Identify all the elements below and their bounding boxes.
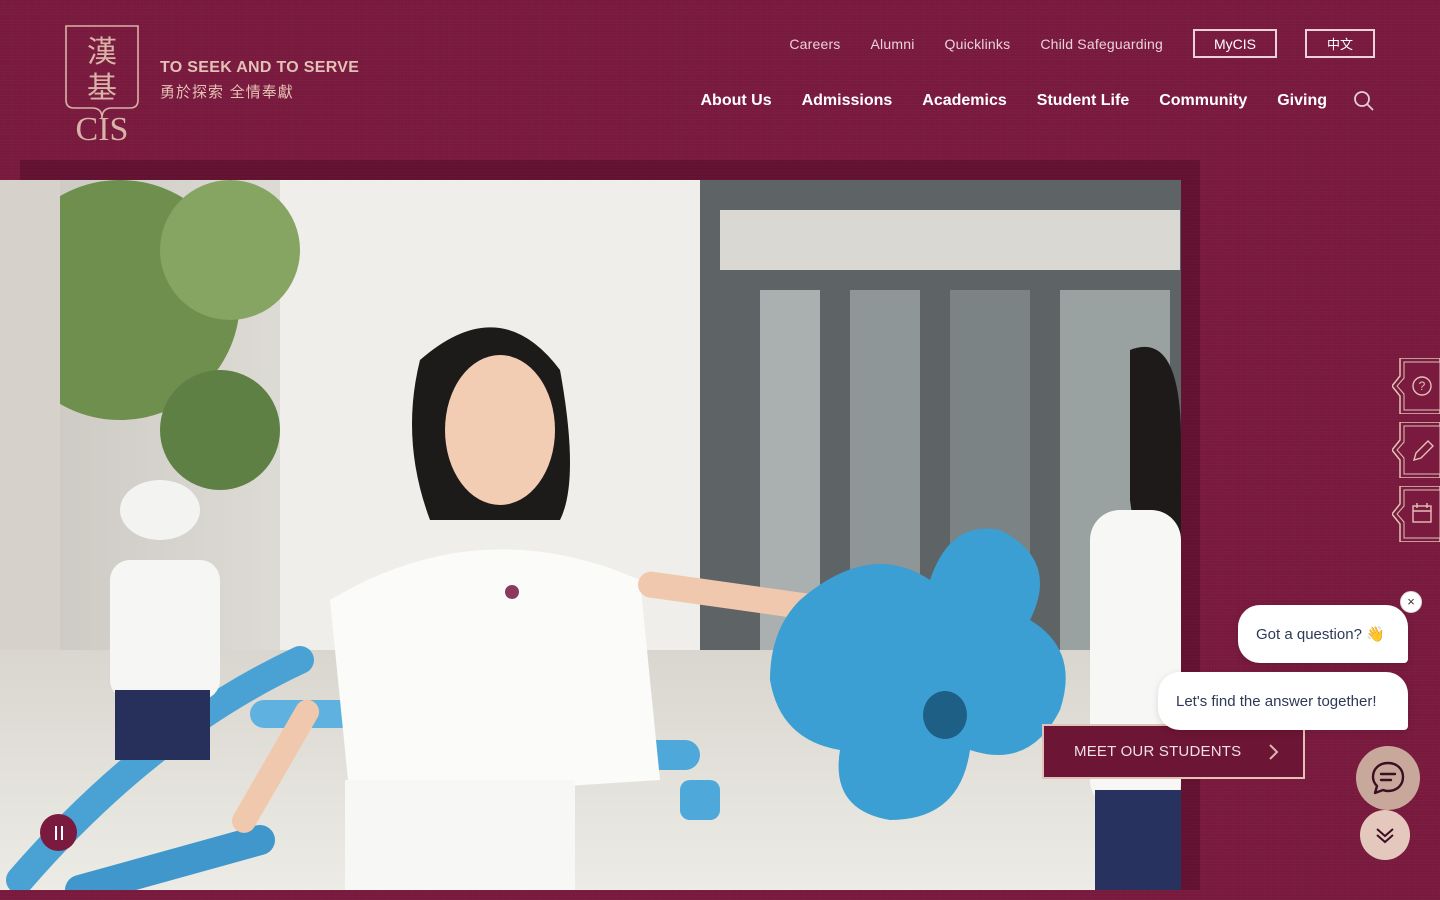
chat-close-button[interactable]: ×	[1400, 591, 1422, 613]
utility-nav: Careers Alumni Quicklinks Child Safeguar…	[789, 29, 1375, 58]
utility-link-alumni[interactable]: Alumni	[871, 36, 915, 52]
chat-bubble-question[interactable]: Got a question? 👋	[1238, 605, 1408, 663]
chat-bubble-answer-text: Let's find the answer together!	[1176, 692, 1377, 710]
side-tab-question[interactable]: ?	[1392, 358, 1440, 414]
nav-item-about-us[interactable]: About Us	[700, 92, 771, 110]
tagline: TO SEEK AND TO SERVE 勇於探索 全情奉獻	[160, 59, 359, 102]
side-tab-calendar[interactable]	[1392, 486, 1440, 542]
chat-bubble-answer[interactable]: Let's find the answer together!	[1158, 672, 1408, 730]
tagline-english: TO SEEK AND TO SERVE	[160, 59, 360, 76]
language-toggle-button[interactable]: 中文	[1305, 29, 1375, 58]
chevron-right-icon	[1269, 744, 1279, 760]
svg-text:基: 基	[87, 71, 117, 106]
svg-text:?: ?	[1419, 379, 1426, 393]
utility-link-careers[interactable]: Careers	[789, 36, 840, 52]
logo-cis-text: CIS	[76, 111, 129, 144]
main-nav: About Us Admissions Academics Student Li…	[700, 90, 1375, 112]
pause-icon[interactable]	[40, 814, 77, 851]
search-icon[interactable]	[1353, 90, 1375, 112]
nav-item-admissions[interactable]: Admissions	[802, 92, 893, 110]
mycis-button[interactable]: MyCIS	[1193, 29, 1277, 58]
nav-item-giving[interactable]: Giving	[1277, 92, 1327, 110]
meet-our-students-button[interactable]: MEET OUR STUDENTS	[1042, 724, 1305, 779]
chevron-down-icon	[1376, 828, 1394, 844]
hero-video[interactable]	[0, 180, 1181, 890]
hero-scene-image	[0, 180, 1181, 890]
scroll-down-button[interactable]	[1360, 810, 1410, 860]
svg-text:漢: 漢	[87, 35, 117, 70]
cis-logo-mark: 漢 基 CIS	[65, 25, 139, 148]
nav-item-community[interactable]: Community	[1159, 92, 1247, 110]
chat-bubble-question-text: Got a question? 👋	[1256, 626, 1385, 643]
nav-item-academics[interactable]: Academics	[922, 92, 1007, 110]
utility-link-quicklinks[interactable]: Quicklinks	[945, 36, 1011, 52]
cta-label: MEET OUR STUDENTS	[1074, 743, 1242, 760]
tagline-chinese: 勇於探索 全情奉獻	[160, 83, 294, 101]
nav-item-student-life[interactable]: Student Life	[1037, 92, 1129, 110]
utility-link-child-safeguarding[interactable]: Child Safeguarding	[1040, 36, 1163, 52]
cis-logo[interactable]: 漢 基 CIS	[62, 18, 142, 148]
side-tab-apply[interactable]	[1392, 422, 1440, 478]
chat-open-button[interactable]	[1356, 746, 1420, 810]
chat-icon	[1371, 761, 1405, 795]
